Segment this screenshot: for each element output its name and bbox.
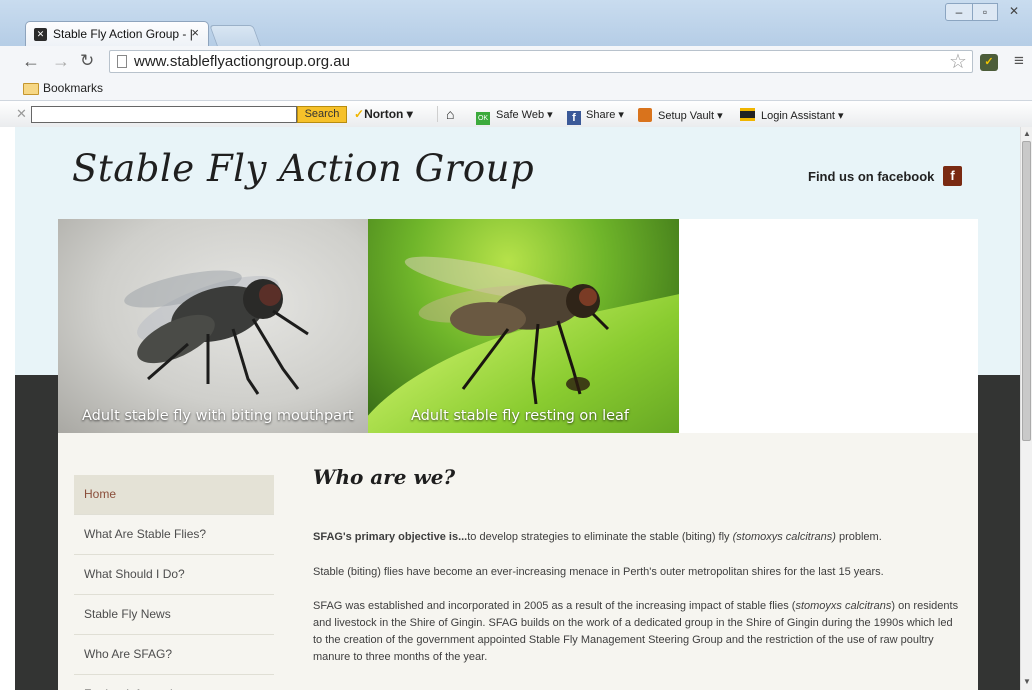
url-text[interactable]: www.stableflyactiongroup.org.au: [134, 53, 350, 70]
home-icon[interactable]: ⌂: [446, 106, 454, 122]
toolbar-divider: [437, 106, 438, 122]
paragraph-history: SFAG was established and incorporated in…: [313, 598, 963, 666]
fly-illustration: [404, 256, 610, 405]
share-label: Share: [586, 109, 616, 121]
objective-end: problem.: [835, 531, 882, 543]
chrome-menu-icon[interactable]: ≡: [1014, 51, 1024, 71]
login-assistant-icon: [740, 108, 755, 121]
scroll-up-icon[interactable]: ▲: [1023, 129, 1031, 138]
bookmarks-folder[interactable]: Bookmarks: [43, 81, 103, 95]
objective-text: to develop strategies to eliminate the s…: [467, 531, 733, 543]
site-favicon-icon: ✕: [34, 28, 47, 41]
scroll-thumb[interactable]: [1022, 141, 1031, 441]
page-heading: Who are we?: [313, 465, 456, 489]
vertical-scrollbar[interactable]: ▲ ▼: [1020, 127, 1032, 690]
species-name-2: stomoyxs calcitrans: [795, 600, 892, 612]
fly-photo-1: Adult stable fly with biting mouthpart: [58, 219, 368, 433]
website: Stable Fly Action Group Find us on faceb…: [15, 127, 1020, 690]
page-icon: [117, 55, 127, 68]
left-gutter: [0, 127, 15, 690]
folder-icon[interactable]: [23, 83, 39, 95]
forward-arrow-icon[interactable]: →: [52, 51, 70, 72]
content-area: Home What Are Stable Flies? What Should …: [58, 433, 978, 690]
sidebar-item-home[interactable]: Home: [74, 475, 274, 515]
sidebar-item-further-information[interactable]: Further Information: [74, 675, 274, 690]
sidebar-item-who-are-sfag[interactable]: Who Are SFAG?: [74, 635, 274, 675]
fly-photo-2: Adult stable fly resting on leaf: [368, 219, 679, 433]
species-name: (stomoxys calcitrans): [732, 531, 836, 543]
norton-check-icon: ✓: [354, 107, 365, 121]
banner-caption-1: Adult stable fly with biting mouthpart: [82, 408, 354, 424]
main-content: Who are we? SFAG's primary objective is.…: [294, 433, 978, 690]
share-menu[interactable]: f Share ▾: [567, 108, 624, 125]
norton-search-button[interactable]: Search: [297, 106, 347, 123]
fly-illustration: [124, 270, 309, 395]
vault-icon: [638, 108, 652, 122]
reload-icon[interactable]: ↻: [80, 51, 94, 71]
maximize-button[interactable]: ▫: [973, 3, 998, 21]
safe-web-menu[interactable]: OK Safe Web ▾: [476, 108, 553, 125]
page-viewport: Stable Fly Action Group Find us on faceb…: [0, 127, 1032, 690]
facebook-link[interactable]: Find us on facebook: [808, 169, 934, 184]
toolbar-close-icon[interactable]: ✕: [16, 106, 27, 122]
safe-web-label: Safe Web: [496, 109, 545, 121]
objective-lead: SFAG's primary objective is...: [313, 531, 468, 543]
sidebar-nav: Home What Are Stable Flies? What Should …: [74, 475, 274, 690]
facebook-share-icon: f: [567, 111, 581, 125]
minimize-button[interactable]: –: [945, 3, 973, 21]
banner-caption-2: Adult stable fly resting on leaf: [411, 408, 630, 424]
setup-vault-menu[interactable]: Setup Vault ▾: [638, 108, 723, 122]
tab-close-icon[interactable]: ×: [191, 25, 199, 40]
facebook-icon[interactable]: f: [943, 166, 962, 186]
norton-menu[interactable]: ✓Norton ▾: [354, 107, 413, 121]
norton-search-input[interactable]: [31, 106, 297, 123]
tab-title: Stable Fly Action Group - |: [53, 27, 193, 41]
close-window-button[interactable]: ✕: [998, 3, 1030, 21]
login-assistant-menu[interactable]: Login Assistant ▾: [740, 108, 844, 122]
safe-web-icon: OK: [476, 112, 490, 125]
sidebar-item-what-are-stable-flies[interactable]: What Are Stable Flies?: [74, 515, 274, 555]
paragraph-menace: Stable (biting) flies have become an eve…: [313, 566, 884, 578]
setup-vault-label: Setup Vault: [658, 110, 715, 122]
sidebar-item-stable-fly-news[interactable]: Stable Fly News: [74, 595, 274, 635]
tab-active[interactable]: ✕ Stable Fly Action Group - | ×: [25, 21, 209, 46]
sidebar-item-what-should-i-do[interactable]: What Should I Do?: [74, 555, 274, 595]
back-arrow-icon[interactable]: ←: [22, 51, 40, 72]
site-logo[interactable]: Stable Fly Action Group: [72, 147, 534, 190]
scroll-down-icon[interactable]: ▼: [1023, 677, 1031, 686]
norton-extension-icon[interactable]: ✓: [980, 54, 998, 71]
new-tab-button[interactable]: [209, 25, 261, 46]
norton-label: Norton: [364, 107, 404, 121]
paragraph-objective: SFAG's primary objective is...to develop…: [313, 529, 963, 546]
bookmark-star-icon[interactable]: ☆: [949, 49, 967, 74]
login-assistant-label: Login Assistant: [761, 110, 835, 122]
image-banner: Adult stable fly with biting mouthpart A…: [58, 219, 978, 433]
bookmarks-bar: Bookmarks: [0, 78, 1032, 101]
window-titlebar: ✕ Stable Fly Action Group - | × – ▫ ✕: [0, 0, 1032, 46]
history-text-a: SFAG was established and incorporated in…: [313, 600, 796, 612]
address-bar[interactable]: www.stableflyactiongroup.org.au: [109, 50, 973, 73]
